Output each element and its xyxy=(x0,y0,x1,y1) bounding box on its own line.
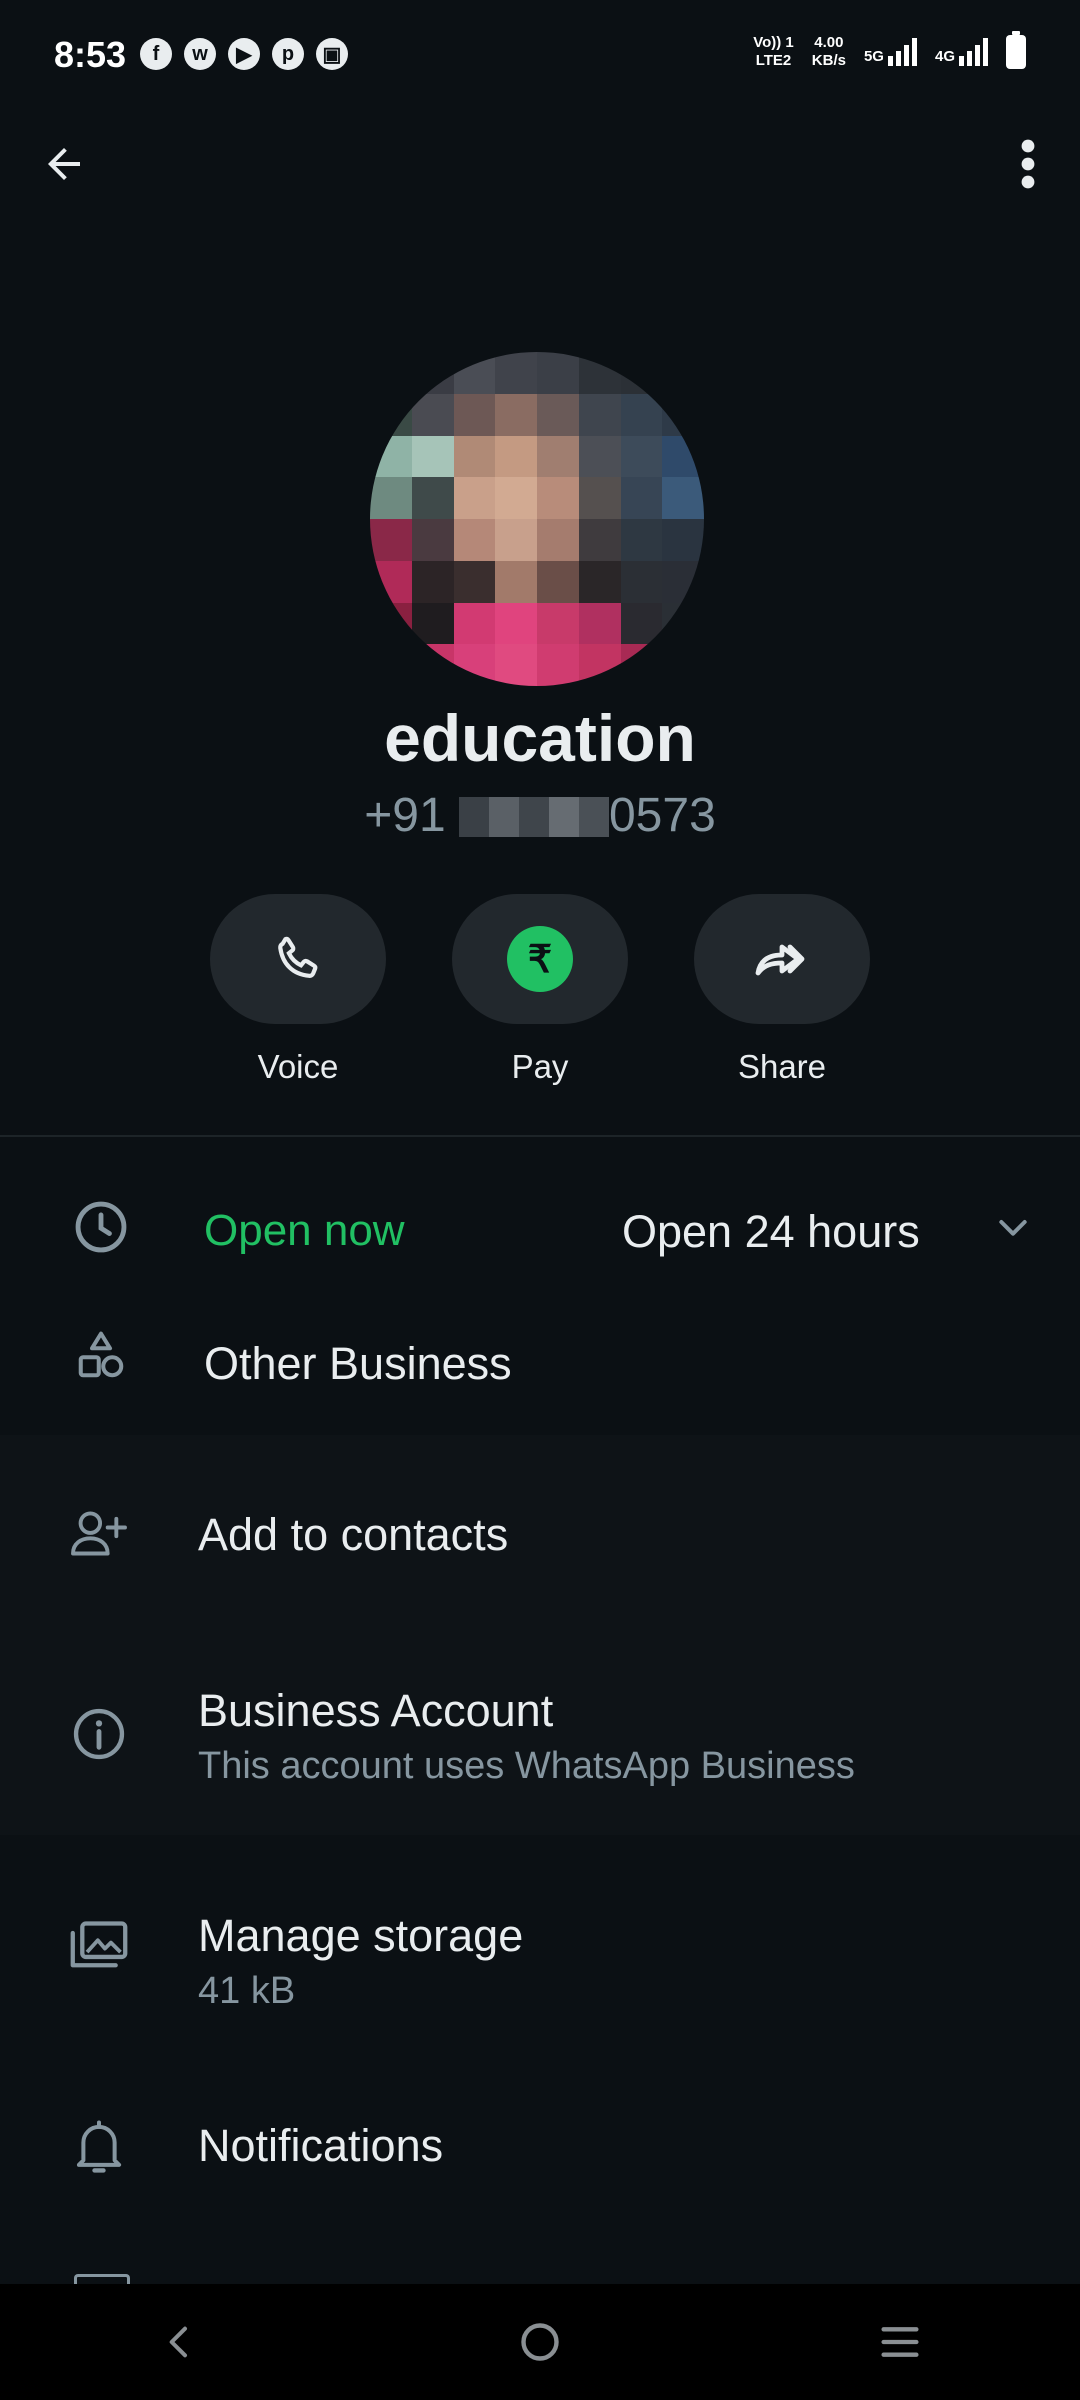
clock-icon xyxy=(66,1192,136,1262)
share-action[interactable]: Share xyxy=(694,894,870,1086)
pay-label: Pay xyxy=(511,1048,569,1085)
add-to-contacts-label: Add to contacts xyxy=(198,1509,509,1560)
back-button[interactable] xyxy=(28,128,100,200)
divider xyxy=(0,1135,1080,1137)
business-account-text: Business Account This account uses Whats… xyxy=(198,1685,855,1788)
phone-icon xyxy=(278,936,318,978)
notification-icons: f w ▶ p ▣ xyxy=(140,38,348,70)
notifications-row[interactable]: Notifications xyxy=(0,2050,1080,2230)
nav-back-button[interactable] xyxy=(130,2302,230,2382)
manage-storage-title: Manage storage xyxy=(198,1910,524,1961)
profile-avatar[interactable] xyxy=(370,352,704,686)
nav-menu-icon xyxy=(881,2327,919,2357)
status-bar: 8:53 f w ▶ p ▣ Vo)) 1 LTE2 4.00 KB/s 5G 4G xyxy=(0,0,1080,110)
add-person-icon xyxy=(64,1499,134,1569)
more-options-button[interactable] xyxy=(998,128,1058,200)
hours-schedule: Open 24 hours xyxy=(622,1206,920,1257)
category-shapes-icon xyxy=(66,1320,136,1390)
storage-size: 41 kB xyxy=(198,1970,296,2012)
manage-storage-text: Manage storage 41 kB xyxy=(198,1910,523,2013)
add-to-contacts-row[interactable]: Add to contacts xyxy=(0,1435,1080,1635)
open-status: Open now xyxy=(204,1206,405,1255)
business-account-subtitle: This account uses WhatsApp Business xyxy=(198,1745,855,1787)
category-label: Other Business xyxy=(204,1338,512,1389)
status-indicators: Vo)) 1 LTE2 4.00 KB/s 5G 4G xyxy=(753,31,1026,70)
voice-label: Voice xyxy=(257,1048,339,1085)
nav-home-icon xyxy=(521,2323,559,2361)
business-category-row: Other Business xyxy=(0,1290,1080,1435)
nav-back-icon xyxy=(169,2326,187,2358)
contact-phone: +91 0573 xyxy=(364,789,716,842)
info-icon xyxy=(64,1699,134,1769)
screen-record-icon: ▣ xyxy=(316,38,348,70)
manage-storage-row[interactable]: Manage storage 41 kB xyxy=(0,1850,1080,2050)
rupee-icon: ₹ xyxy=(507,926,573,992)
media-storage-icon xyxy=(64,1910,134,1980)
status-time: 8:53 xyxy=(54,34,127,75)
nav-menu-button[interactable] xyxy=(850,2302,950,2382)
signal-sim1: 5G xyxy=(864,38,917,66)
pinterest-icon: p xyxy=(272,38,304,70)
share-label: Share xyxy=(737,1048,827,1085)
bell-icon xyxy=(64,2112,134,2182)
pay-button[interactable]: ₹ xyxy=(452,894,628,1024)
youtube-icon: ▶ xyxy=(228,38,260,70)
share-icon xyxy=(755,944,805,976)
facebook-icon: f xyxy=(140,38,172,70)
signal-icon xyxy=(887,38,917,66)
voice-call-button[interactable] xyxy=(210,894,386,1024)
signal-sim2: 4G xyxy=(935,38,988,66)
business-hours-row[interactable]: Open now Open 24 hours xyxy=(0,1170,1080,1290)
chevron-down-icon[interactable] xyxy=(978,1192,1048,1262)
business-account-title: Business Account xyxy=(198,1685,554,1736)
nav-home-button[interactable] xyxy=(490,2302,590,2382)
pay-action[interactable]: ₹ Pay xyxy=(452,894,628,1086)
network-speed: 4.00 KB/s xyxy=(811,34,846,69)
redacted-digits xyxy=(458,797,609,837)
voice-call-action[interactable]: Voice xyxy=(210,894,386,1086)
system-navigation-bar xyxy=(0,2284,1080,2400)
arrow-left-icon xyxy=(48,148,80,180)
battery-icon xyxy=(1006,31,1026,69)
signal-icon xyxy=(959,38,988,66)
whatsapp-icon: w xyxy=(184,38,216,70)
notifications-label: Notifications xyxy=(198,2120,444,2171)
more-vert-icon xyxy=(1021,139,1035,189)
contact-name: education xyxy=(384,701,696,775)
volte-indicator: Vo)) 1 LTE2 xyxy=(753,34,794,69)
business-account-row[interactable]: Business Account This account uses Whats… xyxy=(0,1635,1080,1835)
share-button[interactable] xyxy=(694,894,870,1024)
